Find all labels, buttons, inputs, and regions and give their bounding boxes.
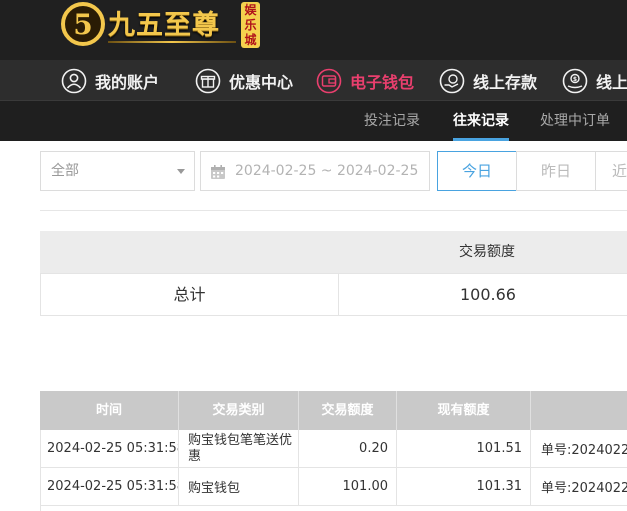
gift-icon xyxy=(195,68,221,93)
detail-table-header: 时间 交易类别 交易额度 现有额度 xyxy=(40,391,627,430)
table-row-partial xyxy=(40,506,627,511)
nav-item-e-wallet[interactable]: 电子钱包 xyxy=(316,60,414,101)
nav-item-promotions[interactable]: 优惠中心 xyxy=(195,60,293,101)
deposit-icon xyxy=(439,68,465,93)
tab-pending-orders[interactable]: 处理中订单 xyxy=(540,101,610,141)
cell-amount: 101.00 xyxy=(299,468,397,505)
tab-bet-records[interactable]: 投注记录 xyxy=(364,101,420,141)
cell-type: 购宝钱包笔笔送优惠 xyxy=(179,430,299,467)
svg-text:5: 5 xyxy=(73,8,92,41)
cell-type: 购宝钱包 xyxy=(179,468,299,505)
summary-header-label: 交易额度 xyxy=(459,244,515,260)
today-button[interactable]: 今日 xyxy=(437,151,517,191)
table-row: 2024-02-25 05:31:58 购宝钱包笔笔送优惠 0.20 101.5… xyxy=(40,430,627,468)
logo-emblem-icon: 5 xyxy=(61,2,105,46)
col-balance: 现有额度 xyxy=(397,391,531,430)
cell-time: 2024-02-25 05:31:58 xyxy=(41,430,179,467)
date-range-value: 2024-02-25 ~ 2024-02-25 xyxy=(235,163,419,179)
col-time: 时间 xyxy=(40,391,179,430)
table-row: 2024-02-25 05:31:58 购宝钱包 101.00 101.31 单… xyxy=(40,468,627,506)
cell-time: 2024-02-25 05:31:58 xyxy=(41,468,179,505)
wallet-icon xyxy=(316,68,342,93)
nav-label: 优惠中心 xyxy=(229,72,294,92)
logo-badge-text: 娱乐城 xyxy=(244,3,257,47)
main-nav: 我的账户 优惠中心 电子钱包 线上存款 $ 线上 xyxy=(0,60,627,101)
logo-text: 九五至尊 xyxy=(108,10,220,41)
cell-balance: 101.51 xyxy=(397,430,531,467)
page: 5 九五至尊 娱乐城 我的账户 优惠中心 电子钱包 线上存款 $ 线上 投注记录… xyxy=(0,0,627,511)
nav-item-online-deposit[interactable]: 线上存款 xyxy=(439,60,537,101)
nav-item-my-account[interactable]: 我的账户 xyxy=(61,60,159,101)
cell-amount: 0.20 xyxy=(299,430,397,467)
filter-divider xyxy=(40,210,627,211)
nav-label: 电子钱包 xyxy=(350,72,415,92)
col-amount: 交易额度 xyxy=(299,391,397,430)
calendar-icon xyxy=(211,165,225,179)
yesterday-button[interactable]: 昨日 xyxy=(516,151,596,191)
nav-label: 线上存款 xyxy=(473,72,538,92)
site-logo[interactable]: 5 九五至尊 娱乐城 xyxy=(60,1,260,51)
nav-item-online-withdraw[interactable]: $ 线上 xyxy=(562,60,627,101)
type-select[interactable]: 全部 xyxy=(40,151,195,191)
nav-label: 线上 xyxy=(596,72,627,92)
caret-down-icon xyxy=(177,169,185,174)
tab-transaction-records[interactable]: 往来记录 xyxy=(453,101,509,141)
cell-order: 单号:20240225 xyxy=(541,481,627,496)
col-order xyxy=(531,391,627,430)
date-range-input[interactable]: 2024-02-25 ~ 2024-02-25 xyxy=(200,151,430,191)
type-select-value: 全部 xyxy=(51,163,79,179)
cell-balance: 101.31 xyxy=(397,468,531,505)
col-type: 交易类别 xyxy=(179,391,299,430)
sub-nav: 投注记录 往来记录 处理中订单 xyxy=(0,101,627,141)
top-header: 5 九五至尊 娱乐城 xyxy=(0,0,627,60)
recent-button[interactable]: 近 xyxy=(595,151,627,191)
summary-row: 总计 100.66 xyxy=(40,273,627,316)
logo-underline xyxy=(108,41,236,43)
summary-header: 交易额度 xyxy=(40,231,627,273)
svg-text:$: $ xyxy=(573,75,577,82)
nav-label: 我的账户 xyxy=(95,72,160,92)
summary-total-label: 总计 xyxy=(41,274,339,315)
logo-badge: 娱乐城 xyxy=(241,2,260,48)
withdraw-icon: $ xyxy=(562,68,588,93)
summary-total-value: 100.66 xyxy=(460,285,516,304)
cell-order: 单号:20240225 xyxy=(541,443,627,458)
user-icon xyxy=(61,68,87,93)
